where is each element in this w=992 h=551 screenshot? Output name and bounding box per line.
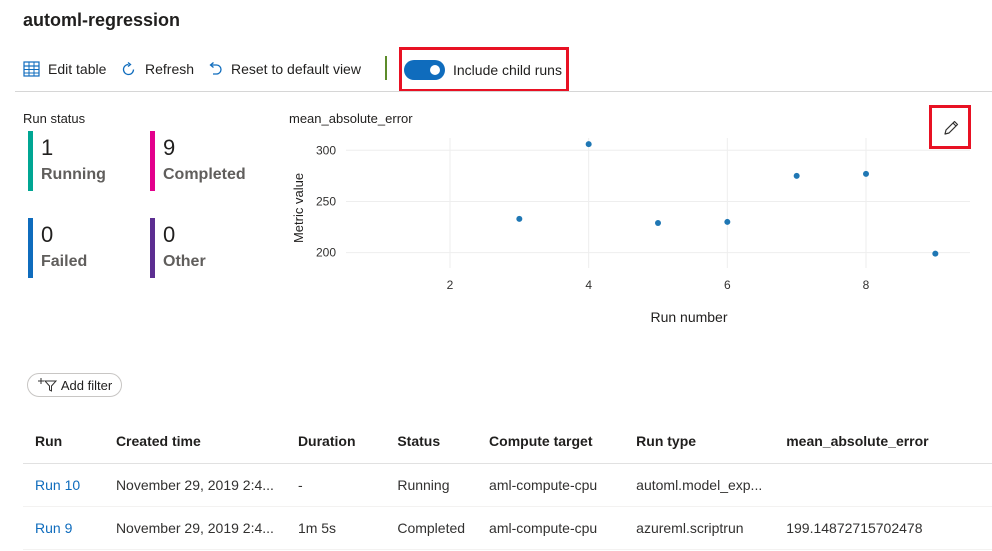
highlight-box (399, 47, 569, 92)
highlight-box (929, 105, 971, 149)
y-tick-label: 300 (316, 143, 336, 157)
status-cell: Completed (385, 506, 478, 550)
data-point (793, 172, 800, 179)
metric-cell (774, 463, 992, 507)
run-link[interactable]: Run 10 (35, 477, 80, 493)
compute-target-cell: aml-compute-cpu (477, 506, 625, 550)
status-count: 0 (41, 222, 54, 247)
reset-default-view-label: Reset to default view (231, 61, 361, 77)
status-count: 0 (163, 222, 176, 247)
chart-title: mean_absolute_error (289, 111, 413, 126)
status-label: Running (41, 166, 106, 183)
status-count: 1 (41, 135, 54, 160)
y-tick-label: 250 (316, 194, 336, 208)
compute-target-cell: aml-compute-cpu (477, 463, 625, 507)
run-link[interactable]: Run 9 (35, 520, 72, 536)
column-header-mean-absolute-error[interactable]: mean_absolute_error (774, 420, 992, 464)
edit-table-label: Edit table (48, 61, 107, 77)
x-tick-label: 8 (863, 278, 870, 292)
data-point (863, 170, 869, 177)
x-tick-label: 6 (724, 278, 731, 292)
toolbar-divider (385, 56, 387, 80)
data-point (585, 141, 592, 148)
chart-grid (346, 138, 970, 268)
status-color-bar (150, 131, 155, 191)
column-header-duration[interactable]: Duration (285, 420, 386, 464)
add-filter-label: Add filter (60, 377, 113, 393)
column-header-created-time[interactable]: Created time (103, 420, 286, 464)
duration-cell: 1m 5s (285, 506, 386, 550)
toolbar-divider-line (15, 91, 992, 92)
status-color-bar (28, 218, 33, 278)
column-header-compute-target[interactable]: Compute target (477, 420, 625, 464)
data-point (655, 219, 661, 226)
x-tick-label: 2 (447, 278, 454, 292)
status-count: 9 (163, 135, 176, 160)
status-other[interactable]: 0 Other (150, 218, 260, 278)
status-running[interactable]: 1 Running (28, 131, 138, 191)
column-header-run[interactable]: Run (23, 420, 104, 464)
data-point (932, 250, 939, 257)
status-color-bar (150, 218, 155, 278)
created-time-cell: November 29, 2019 2:4... (103, 463, 286, 507)
status-color-bar (28, 131, 33, 191)
refresh-button[interactable]: Refresh (120, 58, 194, 80)
table-row[interactable]: Run 9 November 29, 2019 2:4... 1m 5s Com… (23, 506, 992, 550)
status-completed[interactable]: 9 Completed (150, 131, 260, 191)
y-tick-label: 200 (316, 246, 336, 260)
table-row[interactable]: Run 10 November 29, 2019 2:4... - Runnin… (23, 463, 992, 507)
data-point (516, 215, 523, 222)
metric-cell: 199.14872715702478 (774, 506, 992, 550)
x-axis-label: Run number (650, 309, 727, 325)
status-label: Failed (41, 253, 88, 270)
edit-table-button[interactable]: Edit table (23, 58, 106, 80)
status-failed[interactable]: 0 Failed (28, 218, 138, 278)
run-status-title: Run status (23, 111, 86, 126)
refresh-label: Refresh (145, 61, 195, 77)
run-type-cell: azureml.scriptrun (624, 506, 775, 550)
undo-icon (209, 61, 222, 75)
runs-table: Run Created time Duration Status Compute… (23, 420, 992, 550)
status-cell: Running (385, 463, 478, 507)
chart-ticks: 2 4 6 8 200 250 300 (316, 143, 870, 292)
filter-add-icon (37, 378, 57, 392)
column-header-status[interactable]: Status (385, 420, 478, 464)
reset-default-view-button[interactable]: Reset to default view (207, 58, 361, 80)
status-label: Other (163, 253, 206, 270)
page-title: automl-regression (23, 10, 181, 30)
x-tick-label: 4 (585, 278, 592, 292)
y-axis-label: Metric value (291, 173, 306, 243)
table-header-row: Run Created time Duration Status Compute… (23, 420, 992, 464)
column-header-run-type[interactable]: Run type (624, 420, 775, 464)
refresh-icon (122, 61, 135, 75)
data-point (724, 218, 731, 225)
duration-cell: - (285, 463, 386, 507)
created-time-cell: November 29, 2019 2:4... (103, 506, 286, 550)
metric-chart: mean_absolute_error 2 4 6 8 200 250 300 Run nu… (289, 111, 970, 325)
add-filter-button[interactable]: Add filter (27, 373, 122, 397)
run-type-cell: automl.model_exp... (624, 463, 775, 507)
status-label: Completed (163, 166, 246, 183)
table-grid-icon (23, 61, 40, 77)
